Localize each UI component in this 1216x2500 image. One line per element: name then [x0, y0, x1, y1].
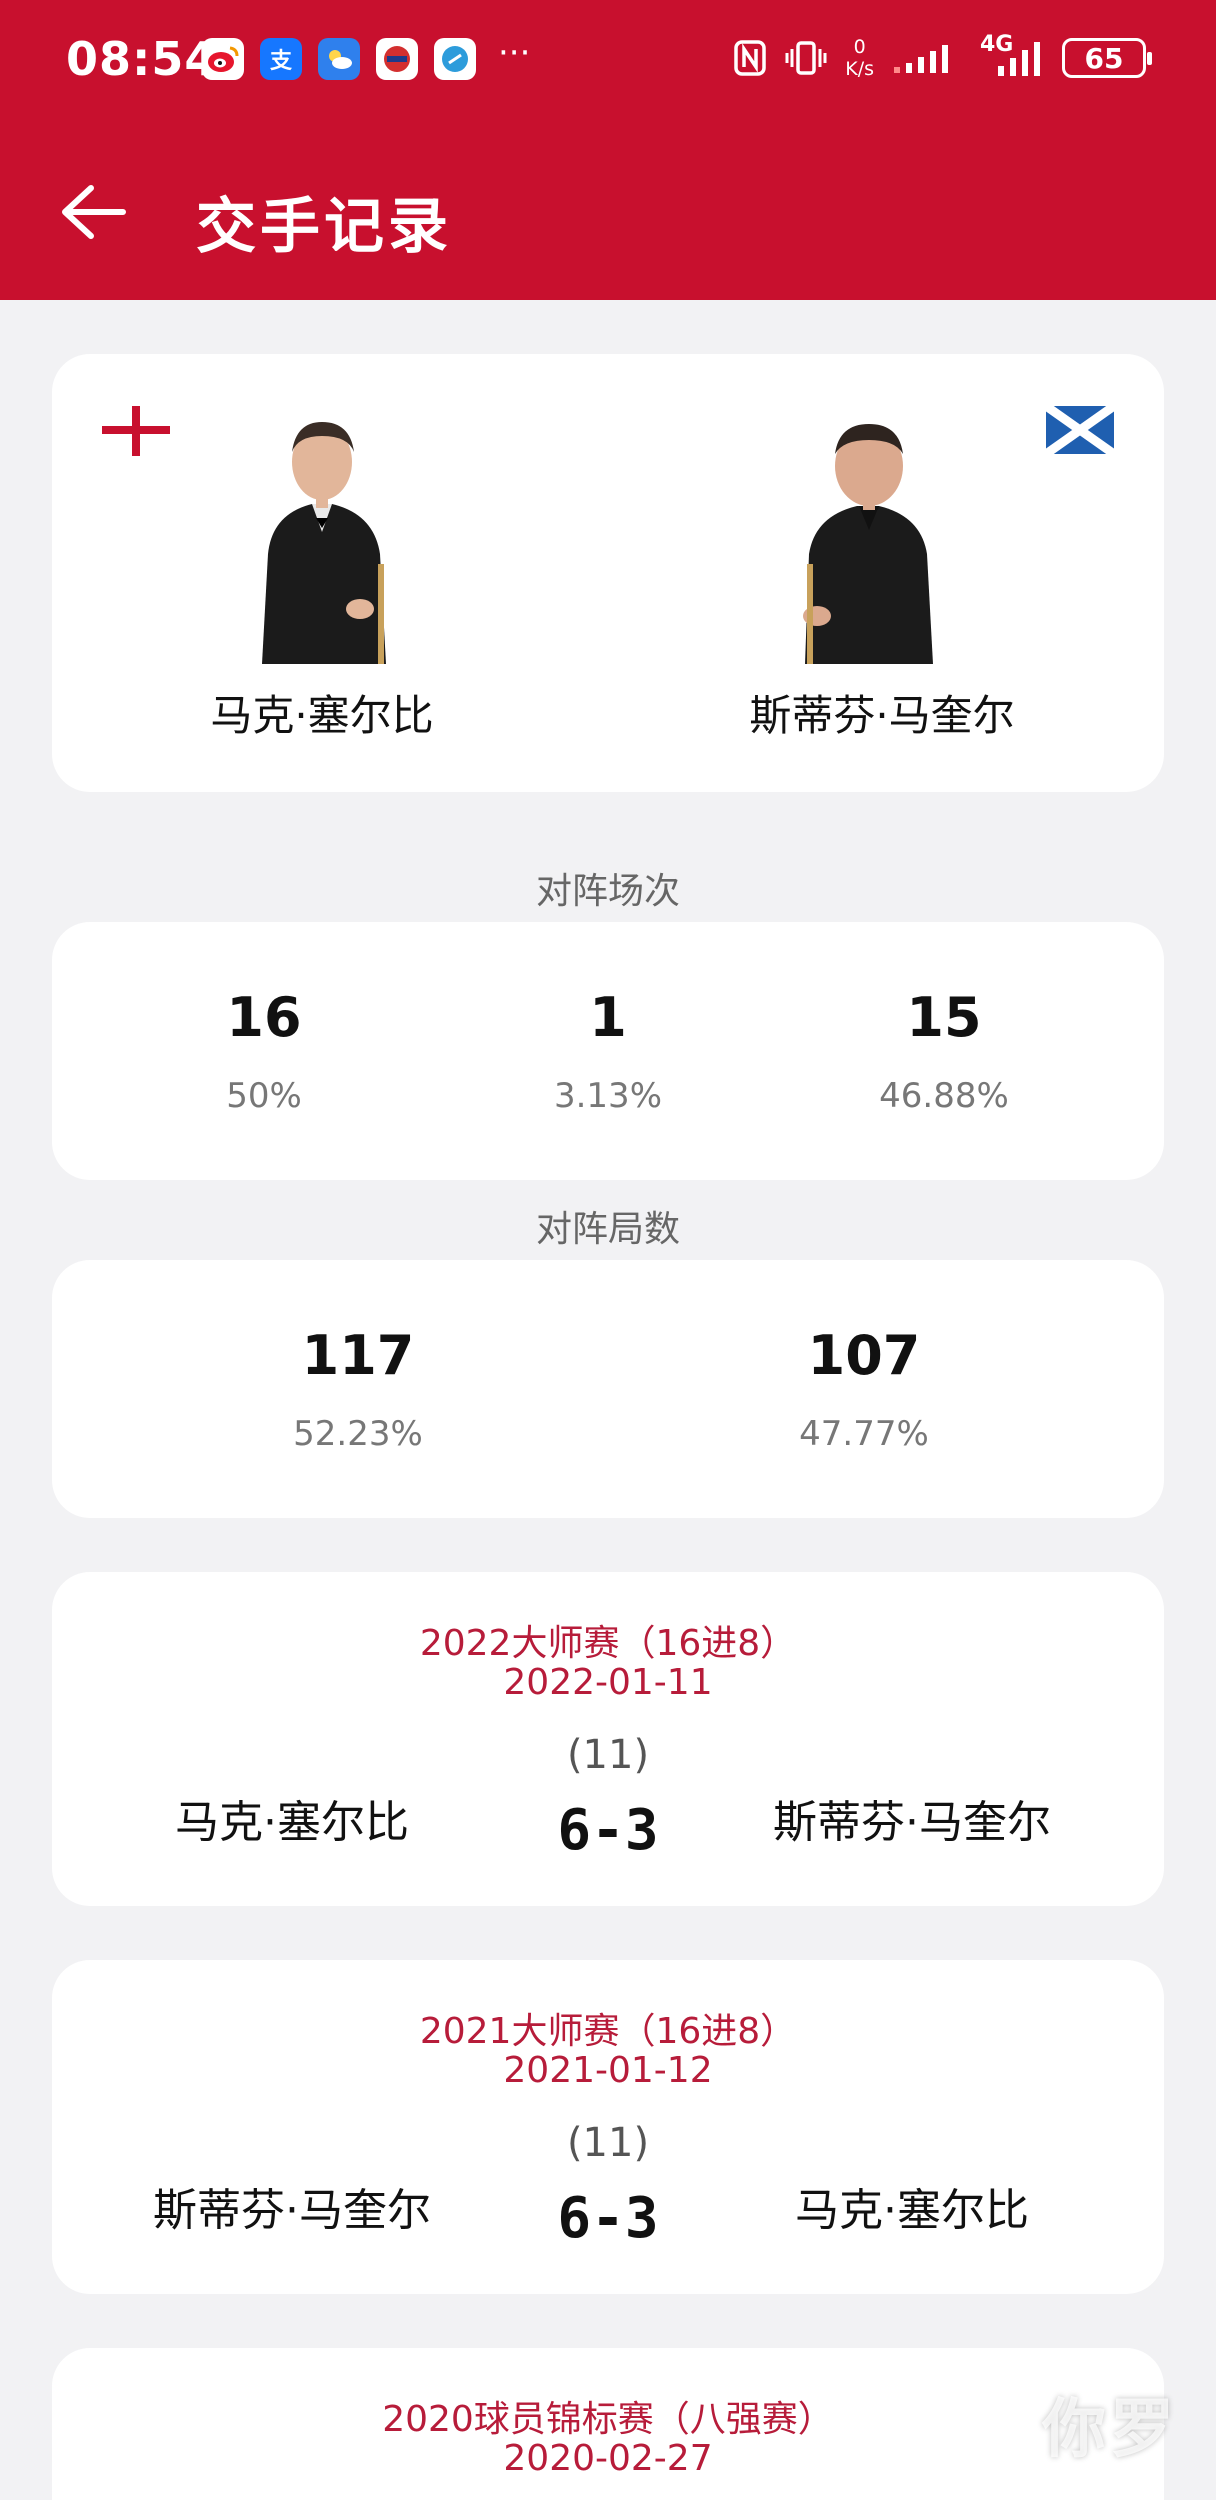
right-wins-pct: 46.88% [879, 1076, 1009, 1116]
vibrate-icon [785, 41, 827, 75]
left-frames-pct: 52.23% [293, 1414, 423, 1454]
match-player-right: 斯蒂芬·马奎尔 [773, 1797, 1051, 1848]
weather-icon [318, 38, 360, 80]
battery-indicator: 65 [1062, 38, 1152, 78]
network-speed: 0 K/s [845, 36, 874, 80]
draws: 1 [589, 986, 627, 1049]
right-wins: 15 [906, 986, 982, 1049]
left-wins: 16 [226, 986, 302, 1049]
frames-stats-card: 117 52.23% 107 47.77% [52, 1260, 1164, 1518]
browser-icon [434, 38, 476, 80]
signal-icon-4g: 4G [980, 32, 1044, 78]
match-date: 2021-01-12 [503, 2050, 713, 2091]
alipay-icon: 支 [260, 38, 302, 80]
right-frames: 107 [807, 1324, 921, 1387]
left-frames: 117 [301, 1324, 415, 1387]
more-notifications-icon: ··· [498, 33, 531, 73]
match-frames: (11) [566, 2120, 650, 2166]
players-card: 马克·塞尔比 斯蒂芬·马奎尔 [52, 354, 1164, 792]
draws-pct: 3.13% [553, 1076, 662, 1116]
player-name-right[interactable]: 斯蒂芬·马奎尔 [712, 682, 1052, 743]
watermark: 你罗 [1042, 2393, 1178, 2467]
match-title: 2021大师赛（16进8） [419, 2011, 797, 2052]
england-flag-icon [102, 406, 170, 456]
matches-stats-card: 16 50% 1 3.13% 15 46.88% [52, 922, 1164, 1180]
nfc-icon [734, 40, 766, 76]
app-header: 08:54 支 ··· 0 K/s 4G 65 交手记录 [0, 0, 1216, 300]
back-arrow-icon [62, 185, 126, 239]
page-title: 交手记录 [196, 192, 452, 262]
frames-section-label: 对阵局数 [535, 1209, 680, 1250]
status-time: 08:54 [66, 32, 218, 86]
left-wins-pct: 50% [226, 1076, 302, 1116]
match-title: 2022大师赛（16进8） [419, 1623, 797, 1664]
match-date: 2020-02-27 [503, 2438, 713, 2479]
news-icon [376, 38, 418, 80]
player-name-left[interactable]: 马克·塞尔比 [142, 682, 502, 743]
match-frames: (11) [566, 1732, 650, 1778]
match-title: 2020球员锦标赛（八强赛） [382, 2399, 834, 2440]
player-photo-left[interactable] [242, 404, 402, 664]
match-card[interactable]: 2021大师赛（16进8） 2021-01-12 (11) 斯蒂芬·马奎尔 6-… [52, 1960, 1164, 2294]
weibo-icon [202, 38, 244, 80]
match-player-right: 马克·塞尔比 [795, 2185, 1029, 2236]
status-bar: 08:54 支 ··· 0 K/s 4G 65 [0, 0, 1216, 120]
match-date: 2022-01-11 [503, 1662, 713, 1703]
signal-icon-1 [894, 45, 948, 73]
notification-icons: 支 ··· [202, 33, 531, 80]
match-card[interactable]: 2020球员锦标赛（八强赛） 2020-02-27 [52, 2348, 1164, 2500]
right-frames-pct: 47.77% [799, 1414, 929, 1454]
player-photo-right[interactable] [787, 404, 947, 664]
back-button[interactable] [52, 172, 132, 252]
matches-section-label: 对阵场次 [535, 871, 680, 912]
status-right: 0 K/s 4G 65 [733, 32, 1152, 80]
scotland-flag-icon [1046, 406, 1114, 454]
match-card[interactable]: 2022大师赛（16进8） 2022-01-11 (11) 马克·塞尔比 6-3… [52, 1572, 1164, 1906]
